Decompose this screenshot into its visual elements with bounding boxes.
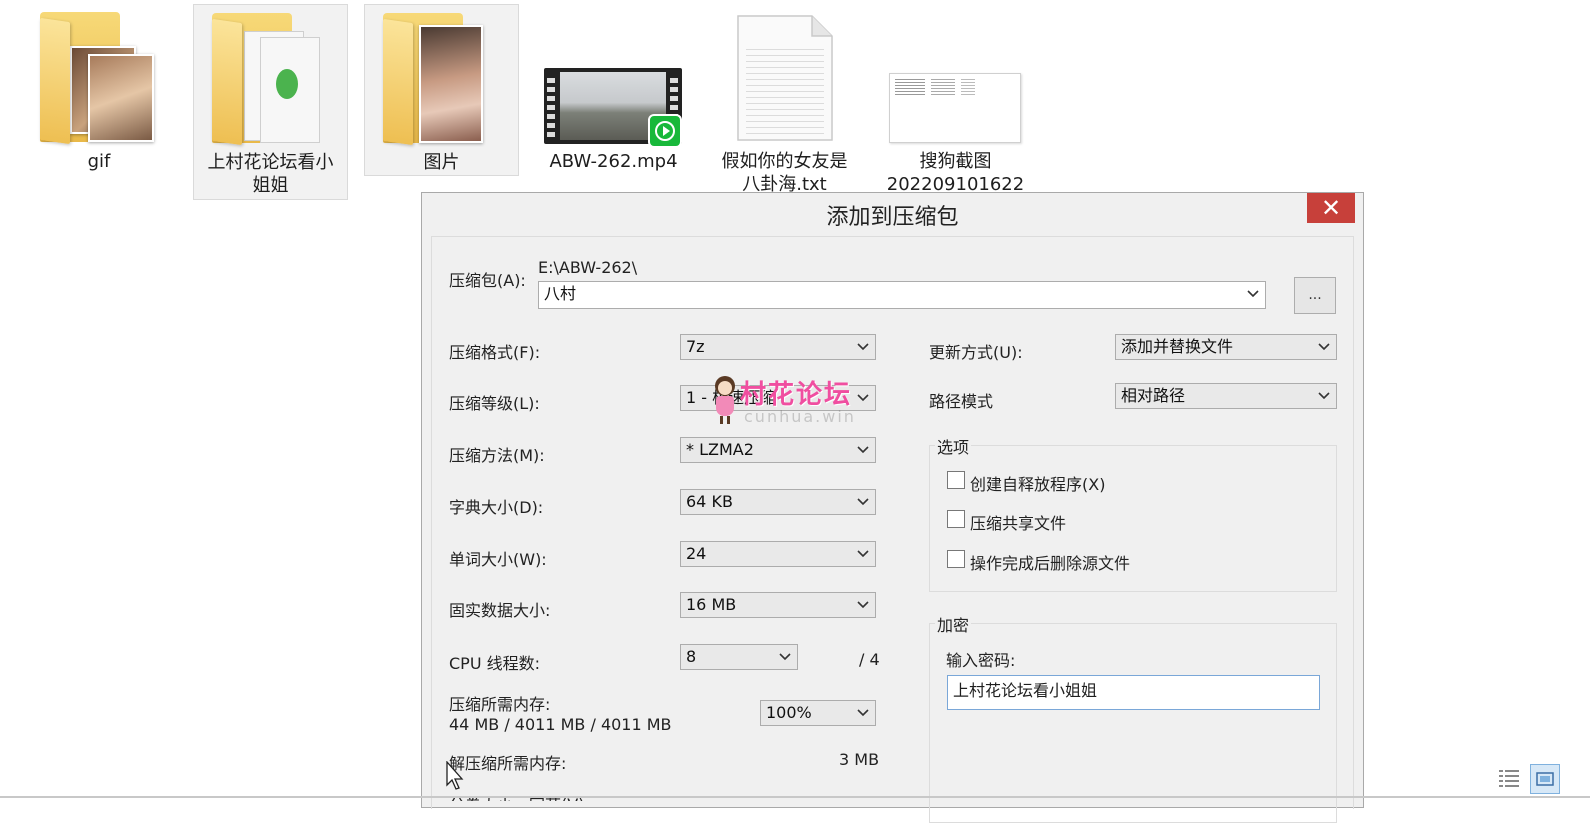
file-name: 图片 — [423, 152, 460, 173]
mascot-icon — [712, 376, 738, 424]
sfx-checkbox-label[interactable]: 创建自释放程序(X) — [970, 471, 1105, 495]
file-item-gif[interactable]: gif — [22, 4, 176, 176]
archive-name-combo[interactable]: 八村 — [538, 281, 1266, 309]
file-name: 上村花论坛看小 姐姐 — [207, 152, 334, 196]
format-label: 压缩格式(F): — [449, 343, 541, 362]
memory-label: 压缩所需内存: — [449, 695, 551, 714]
screenshot-thumbnail-icon — [889, 73, 1021, 143]
file-item-video[interactable]: ABW-262.mp4 — [536, 4, 691, 176]
solid-size-value: 16 MB — [686, 595, 737, 614]
password-input[interactable]: 上村花论坛看小姐姐 — [947, 675, 1320, 710]
browse-button[interactable]: ... — [1294, 277, 1336, 314]
decompress-memory-value: 3 MB — [839, 750, 880, 769]
file-item-text[interactable]: 假如你的女友是 八卦海.txt — [707, 4, 862, 195]
memory-percent-value: 100% — [766, 703, 812, 722]
chevron-down-icon[interactable] — [857, 335, 869, 359]
folder-with-photos-icon — [383, 7, 503, 147]
word-size-label: 单词大小(W): — [449, 550, 547, 569]
details-view-icon[interactable] — [1497, 766, 1523, 790]
password-label: 输入密码: — [946, 651, 1016, 670]
dictionary-select[interactable]: 64 KB — [680, 489, 876, 515]
divider — [0, 796, 1590, 798]
file-item-pictures[interactable]: 图片 — [364, 4, 519, 176]
chevron-down-icon[interactable] — [1247, 282, 1259, 306]
chevron-down-icon[interactable] — [857, 438, 869, 462]
watermark-subtext: cunhua.win — [744, 407, 856, 426]
solid-size-label: 固实数据大小: — [449, 601, 551, 620]
folder-with-documents-icon — [212, 7, 332, 147]
play-badge-icon — [648, 114, 682, 148]
chevron-down-icon[interactable] — [1318, 335, 1330, 359]
watermark-text: 村花论坛 — [740, 380, 853, 410]
cpu-threads-value: 8 — [686, 647, 697, 666]
text-document-icon — [736, 14, 834, 142]
sfx-checkbox[interactable] — [947, 471, 965, 489]
shared-files-checkbox-label[interactable]: 压缩共享文件 — [970, 510, 1066, 534]
chevron-down-icon[interactable] — [779, 645, 791, 669]
dialog-body: 压缩包(A): E:\ABW-262\ 八村 ... 压缩格式(F): 7z 压… — [431, 236, 1354, 823]
path-mode-value: 相对路径 — [1121, 386, 1186, 405]
add-to-archive-dialog: 添加到压缩包 ✕ 压缩包(A): E:\ABW-262\ 八村 ... 压缩格式… — [421, 192, 1364, 823]
method-value: * LZMA2 — [686, 440, 754, 459]
update-mode-value: 添加并替换文件 — [1121, 337, 1234, 356]
file-item-folder-docs[interactable]: 上村花论坛看小 姐姐 — [193, 4, 348, 200]
archive-path: E:\ABW-262\ — [538, 258, 638, 277]
delete-after-checkbox-label[interactable]: 操作完成后删除源文件 — [970, 550, 1130, 574]
word-size-select[interactable]: 24 — [680, 541, 876, 567]
format-select[interactable]: 7z — [680, 334, 876, 360]
decompress-memory-label: 解压缩所需内存: — [449, 754, 567, 773]
delete-after-checkbox[interactable] — [947, 550, 965, 568]
video-thumbnail-icon — [544, 68, 684, 148]
dictionary-value: 64 KB — [686, 492, 733, 511]
file-name: gif — [87, 151, 111, 172]
chevron-down-icon[interactable] — [1318, 384, 1330, 408]
memory-value: 44 MB / 4011 MB / 4011 MB — [449, 715, 672, 734]
encryption-group-title: 加密 — [935, 612, 972, 636]
cpu-threads-select[interactable]: 8 — [680, 644, 798, 670]
shared-files-checkbox[interactable] — [947, 510, 965, 528]
large-icons-view-icon[interactable] — [1530, 764, 1560, 794]
archive-name-value: 八村 — [544, 284, 577, 303]
file-name: 搜狗截图 202209101622 — [886, 151, 1025, 195]
path-mode-select[interactable]: 相对路径 — [1115, 383, 1337, 409]
level-label: 压缩等级(L): — [449, 394, 540, 413]
file-name: 假如你的女友是 八卦海.txt — [721, 151, 848, 195]
chevron-down-icon[interactable] — [857, 542, 869, 566]
chevron-down-icon[interactable] — [857, 386, 869, 410]
method-label: 压缩方法(M): — [449, 446, 545, 465]
file-item-screenshot[interactable]: 搜狗截图 202209101622 — [878, 4, 1033, 195]
archive-label: 压缩包(A): — [449, 271, 526, 290]
update-mode-label: 更新方式(U): — [929, 343, 1023, 362]
word-size-value: 24 — [686, 544, 707, 563]
mouse-cursor-icon — [446, 760, 466, 795]
format-value: 7z — [686, 337, 705, 356]
dialog-title: 添加到压缩包 — [826, 205, 959, 230]
cpu-threads-label: CPU 线程数: — [449, 654, 541, 673]
chevron-down-icon[interactable] — [857, 701, 869, 725]
solid-size-select[interactable]: 16 MB — [680, 592, 876, 618]
folder-with-photos-icon — [40, 6, 160, 146]
memory-percent-select[interactable]: 100% — [760, 700, 876, 726]
method-select[interactable]: * LZMA2 — [680, 437, 876, 463]
path-mode-label: 路径模式 — [929, 392, 994, 411]
chevron-down-icon[interactable] — [857, 490, 869, 514]
cpu-threads-total: / 4 — [859, 650, 880, 669]
close-button[interactable]: ✕ — [1307, 193, 1355, 223]
dictionary-label: 字典大小(D): — [449, 498, 544, 517]
file-name: ABW-262.mp4 — [549, 151, 678, 172]
update-mode-select[interactable]: 添加并替换文件 — [1115, 334, 1337, 360]
options-group-title: 选项 — [935, 434, 972, 458]
chevron-down-icon[interactable] — [857, 593, 869, 617]
